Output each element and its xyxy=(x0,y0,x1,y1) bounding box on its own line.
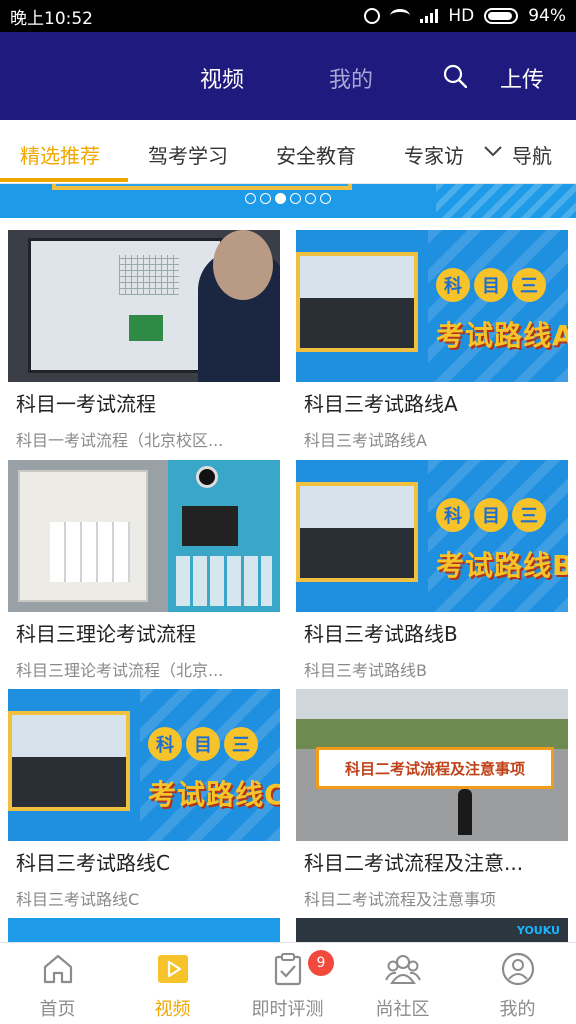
video-subtitle: 科目一考试流程（北京校区... xyxy=(16,431,224,450)
nav-profile[interactable]: 我的 xyxy=(460,943,575,1024)
nav-button[interactable]: 导航 xyxy=(512,140,552,169)
category-tab-safety-education[interactable]: 安全教育 xyxy=(276,140,356,169)
thumb-badge-char: 三 xyxy=(512,498,546,532)
nav-label: 我的 xyxy=(499,999,536,1020)
search-icon[interactable] xyxy=(443,64,467,88)
nav-video[interactable]: 视频 xyxy=(115,943,230,1024)
carousel-dot xyxy=(290,193,301,204)
app-header: 视频 我的 上传 xyxy=(0,32,576,120)
video-card[interactable]: 科目三理论考试流程 科目三理论考试流程（北京... xyxy=(8,460,280,681)
nav-label: 视频 xyxy=(154,999,191,1020)
video-title: 科目三考试路线A xyxy=(304,392,458,416)
status-bar: 晚上10:52 HD 94% xyxy=(0,0,576,32)
status-icons: HD 94% xyxy=(364,6,566,26)
video-subtitle: 科目二考试流程及注意事项 xyxy=(304,890,497,909)
video-play-icon xyxy=(158,955,188,983)
status-time: 晚上10:52 xyxy=(10,8,93,29)
active-tab-indicator xyxy=(0,178,128,182)
banner-frame xyxy=(52,184,352,190)
carousel-dot xyxy=(245,193,256,204)
video-card-partial[interactable] xyxy=(8,918,280,944)
thumb-badge-char: 科 xyxy=(436,498,470,532)
video-card[interactable]: 科目二考试流程及注意事项 科目二考试流程及注意... 科目二考试流程及注意事项 xyxy=(296,689,568,910)
wifi-icon xyxy=(390,9,411,23)
battery-icon xyxy=(484,8,519,24)
thumb-badge-char: 科 xyxy=(148,727,182,761)
nav-community[interactable]: 尚社区 xyxy=(345,943,460,1024)
thumb-caption: 考试路线B xyxy=(436,549,568,582)
user-profile-icon xyxy=(501,952,535,986)
chevron-down-icon[interactable] xyxy=(482,140,504,162)
thumb-badge-char: 科 xyxy=(436,268,470,302)
thumb-badge-char: 三 xyxy=(224,727,258,761)
video-title: 科目三考试路线C xyxy=(16,851,170,875)
battery-level: 94% xyxy=(528,6,566,26)
video-title: 科目一考试流程 xyxy=(16,392,156,416)
thumb-caption: 科目二考试流程及注意事项 xyxy=(316,747,554,789)
video-card[interactable]: 科目三 考试路线B 科目三考试路线B 科目三考试路线B xyxy=(296,460,568,681)
video-thumbnail[interactable] xyxy=(8,460,280,612)
carousel-dot xyxy=(320,193,331,204)
nav-label: 首页 xyxy=(39,999,76,1020)
thumb-caption: 考试路线C xyxy=(148,778,280,811)
nav-label: 即时评测 xyxy=(251,999,324,1020)
tab-video[interactable]: 视频 xyxy=(200,62,244,94)
category-tab-featured[interactable]: 精选推荐 xyxy=(20,140,100,169)
youku-logo: YOUKU xyxy=(516,924,560,937)
home-icon xyxy=(43,954,73,984)
thumb-caption: 考试路线A xyxy=(436,319,568,352)
video-card[interactable]: 科目一考试流程 科目一考试流程（北京校区... xyxy=(8,230,280,451)
alarm-icon xyxy=(364,8,381,24)
video-title: 科目三考试路线B xyxy=(304,622,458,646)
tab-mine[interactable]: 我的 xyxy=(329,62,373,94)
bottom-navigation: 首页 视频 即时评测 尚社区 我的 xyxy=(0,942,576,1024)
notification-badge: 9 xyxy=(308,950,334,976)
video-subtitle: 科目三考试路线B xyxy=(304,661,427,680)
video-title: 科目三理论考试流程 xyxy=(16,622,196,646)
signal-icon xyxy=(420,9,439,23)
carousel-dot-active xyxy=(275,193,286,204)
video-subtitle: 科目三理论考试流程（北京... xyxy=(16,661,224,680)
thumb-badge-char: 三 xyxy=(512,268,546,302)
video-subtitle: 科目三考试路线C xyxy=(16,890,140,909)
video-card[interactable]: 科目三 考试路线C 科目三考试路线C 科目三考试路线C xyxy=(8,689,280,910)
category-tab-driving-study[interactable]: 驾考学习 xyxy=(148,140,228,169)
carousel-dot xyxy=(305,193,316,204)
upload-button[interactable]: 上传 xyxy=(500,62,544,94)
category-tab-expert-interview[interactable]: 专家访 xyxy=(404,140,464,169)
video-thumbnail[interactable]: 科目二考试流程及注意事项 xyxy=(296,689,568,841)
thumb-badge-char: 目 xyxy=(186,727,220,761)
carousel-indicator xyxy=(245,193,331,204)
video-card[interactable]: 科目三 考试路线A 科目三考试路线A 科目三考试路线A xyxy=(296,230,568,451)
community-icon xyxy=(385,955,421,984)
thumb-badge-char: 目 xyxy=(474,268,508,302)
video-subtitle: 科目三考试路线A xyxy=(304,431,427,450)
thumb-badge-char: 目 xyxy=(474,498,508,532)
video-title: 科目二考试流程及注意... xyxy=(304,851,524,875)
network-type: HD xyxy=(448,6,475,26)
carousel-dot xyxy=(260,193,271,204)
nav-label: 尚社区 xyxy=(375,999,430,1020)
video-thumbnail[interactable]: 科目三 考试路线A xyxy=(296,230,568,382)
video-card-partial[interactable]: YOUKU xyxy=(296,918,568,944)
video-thumbnail[interactable] xyxy=(8,230,280,382)
video-thumbnail[interactable]: 科目三 考试路线B xyxy=(296,460,568,612)
nav-home[interactable]: 首页 xyxy=(0,943,115,1024)
video-thumbnail[interactable]: 科目三 考试路线C xyxy=(8,689,280,841)
banner-decoration xyxy=(436,184,576,218)
clipboard-check-icon xyxy=(274,953,302,986)
